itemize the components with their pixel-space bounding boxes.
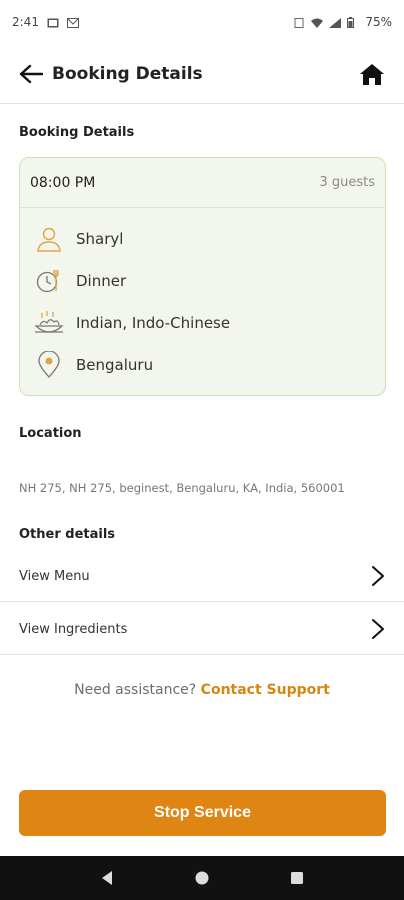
booking-card-header: 08:00 PM 3 guests — [20, 158, 385, 208]
view-menu-label: View Menu — [19, 568, 90, 584]
booking-time: 08:00 PM — [30, 174, 96, 191]
assistance-prompt: Need assistance? — [74, 682, 197, 698]
booking-section-title: Booking Details — [19, 125, 135, 140]
circle-home-icon — [195, 871, 209, 885]
booking-city: Bengaluru — [76, 356, 154, 374]
divider — [0, 654, 404, 655]
booking-card: 08:00 PM 3 guests Sharyl Dinner Indian, … — [19, 157, 386, 396]
back-button[interactable] — [18, 61, 44, 87]
home-button[interactable] — [358, 60, 386, 88]
nav-back-button[interactable] — [96, 867, 118, 889]
view-menu-row[interactable]: View Menu — [0, 550, 404, 602]
gmail-icon — [66, 17, 79, 28]
gallery-icon — [47, 17, 59, 28]
location-address: NH 275, NH 275, beginest, Bengaluru, KA,… — [19, 481, 345, 495]
page-title: Booking Details — [52, 63, 203, 84]
signal-icon — [329, 17, 342, 28]
cuisine-icon — [34, 308, 64, 338]
app-bar: Booking Details — [0, 44, 404, 104]
booking-row-meal: Dinner — [20, 260, 385, 302]
status-time: 2:41 — [12, 15, 39, 29]
system-nav-bar — [0, 856, 404, 900]
booking-row-city: Bengaluru — [20, 344, 385, 386]
status-bar: 2:41 75% — [0, 0, 404, 44]
location-section-title: Location — [19, 426, 82, 441]
location-pin-icon — [34, 350, 64, 380]
divider — [0, 601, 404, 602]
nav-home-button[interactable] — [191, 867, 213, 889]
booking-meal: Dinner — [76, 272, 127, 290]
contact-support-link[interactable]: Contact Support — [201, 682, 330, 698]
wifi-icon — [311, 17, 324, 28]
status-right: 75% — [293, 15, 392, 29]
battery-percent: 75% — [365, 15, 392, 29]
person-icon — [34, 224, 64, 254]
booking-name: Sharyl — [76, 230, 124, 248]
booking-cuisine: Indian, Indo-Chinese — [76, 314, 231, 332]
booking-row-cuisine: Indian, Indo-Chinese — [20, 302, 385, 344]
nav-recents-button[interactable] — [286, 867, 308, 889]
battery-icon — [347, 17, 359, 28]
arrow-left-icon — [19, 64, 43, 83]
assistance-row: Need assistance? Contact Support — [0, 682, 404, 698]
booking-row-name: Sharyl — [20, 218, 385, 260]
view-ingredients-row[interactable]: View Ingredients — [0, 603, 404, 655]
other-section-title: Other details — [19, 527, 116, 542]
square-recents-icon — [290, 872, 303, 884]
home-icon — [360, 63, 384, 85]
chevron-right-icon — [372, 619, 384, 639]
stop-service-button[interactable]: Stop Service — [19, 790, 386, 836]
meal-time-icon — [34, 266, 64, 296]
chevron-right-icon — [372, 566, 384, 586]
status-left: 2:41 — [12, 15, 79, 29]
triangle-back-icon — [102, 871, 113, 885]
no-sim-icon — [293, 17, 305, 28]
booking-guests: 3 guests — [319, 175, 375, 190]
booking-rows: Sharyl Dinner Indian, Indo-Chinese Benga… — [20, 208, 385, 386]
view-ingredients-label: View Ingredients — [19, 621, 128, 637]
